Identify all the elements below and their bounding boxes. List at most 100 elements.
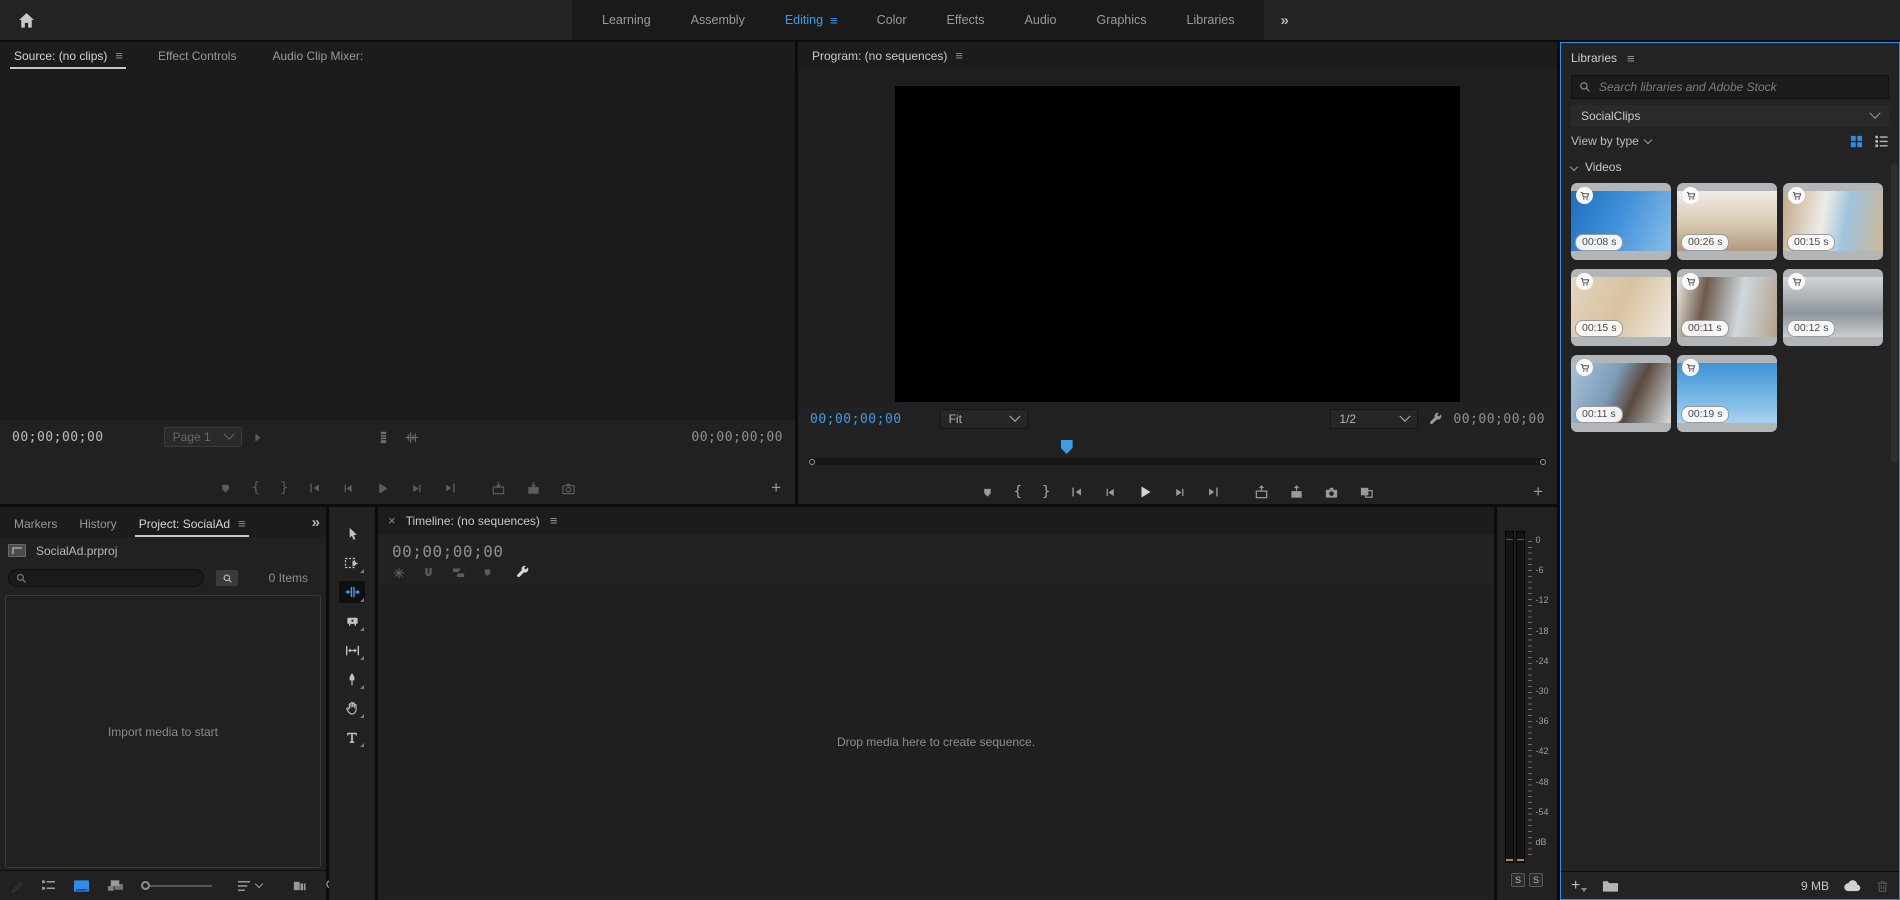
selection-tool[interactable] [339,523,365,545]
comparison-view-button[interactable] [1359,485,1374,500]
program-zoom-select[interactable]: Fit [940,409,1028,429]
workspace-overflow-button[interactable]: » [1264,12,1304,29]
drag-video-icon[interactable] [376,430,390,445]
tab-libraries[interactable]: Libraries [1167,0,1255,40]
cart-icon[interactable] [1788,187,1805,204]
panel-menu-icon[interactable]: ≡ [238,516,245,531]
video-card[interactable]: 00:15 s [1783,183,1883,260]
panel-overflow-button[interactable]: » [312,514,320,537]
tab-audio[interactable]: Audio [1005,0,1077,40]
tab-learning[interactable]: Learning [582,0,671,40]
go-to-in-button[interactable] [308,481,322,495]
tab-program-monitor[interactable]: Program: (no sequences)≡ [808,48,966,69]
tab-assembly[interactable]: Assembly [671,0,765,40]
automate-to-sequence-button[interactable] [293,880,308,892]
button-editor-button[interactable]: + [1533,482,1543,502]
panel-menu-icon[interactable]: ≡ [115,48,122,63]
view-by-label[interactable]: View by type [1571,134,1639,148]
tab-color[interactable]: Color [857,0,927,40]
video-card[interactable]: 00:08 s [1571,183,1671,260]
drag-audio-icon[interactable] [404,430,419,445]
hand-tool[interactable] [339,697,365,719]
list-view-button[interactable] [41,879,56,892]
grid-view-button[interactable] [1849,134,1864,149]
workspace-menu-icon[interactable]: ≡ [830,13,837,28]
cart-icon[interactable] [1576,359,1593,376]
zoom-slider[interactable] [141,881,212,890]
scrubber-end-handle[interactable] [1540,459,1546,465]
tab-audio-clip-mixer[interactable]: Audio Clip Mixer: [268,49,367,69]
playback-resolution-select[interactable]: 1/2 [1330,409,1418,429]
delete-icon[interactable] [1876,879,1889,893]
videos-section-header[interactable]: Videos [1561,155,1899,179]
libraries-search-box[interactable] [1571,75,1889,99]
cart-icon[interactable] [1576,273,1593,290]
libraries-search-input[interactable] [1597,79,1881,95]
nest-sequences-icon[interactable] [392,566,406,580]
snap-icon[interactable] [422,566,435,580]
step-back-button[interactable] [1104,486,1117,499]
tab-project[interactable]: Project: SocialAd≡ [135,516,249,537]
overwrite-button[interactable] [526,481,541,496]
tab-markers[interactable]: Markers [10,517,61,537]
track-select-forward-tool[interactable] [339,552,365,574]
add-marker-icon[interactable] [482,567,493,578]
scrubber-track[interactable] [808,458,1547,465]
extract-button[interactable] [1289,485,1304,500]
play-button[interactable] [375,481,390,496]
video-card[interactable]: 00:11 s [1677,269,1777,346]
add-marker-button[interactable] [981,486,994,499]
tab-graphics[interactable]: Graphics [1077,0,1167,40]
slip-tool[interactable] [339,639,365,661]
step-back-button[interactable] [342,482,355,495]
panel-menu-icon[interactable]: ≡ [1627,51,1634,66]
panel-menu-icon[interactable]: ≡ [955,48,962,63]
video-card[interactable]: 00:26 s [1677,183,1777,260]
freeform-view-button[interactable] [107,879,124,893]
solo-right-button[interactable]: S [1529,873,1543,887]
timeline-drop-zone[interactable]: Drop media here to create sequence. [380,586,1492,898]
cart-icon[interactable] [1682,359,1699,376]
panel-menu-icon[interactable]: ≡ [550,513,557,528]
lift-button[interactable] [1254,485,1269,500]
project-bin-area[interactable]: Import media to start [5,595,321,868]
cart-icon[interactable] [1788,273,1805,290]
project-search-box[interactable] [8,569,204,587]
tab-editing[interactable]: Editing≡ [765,0,857,40]
go-to-in-button[interactable] [1070,485,1084,499]
play-button[interactable] [1137,484,1153,500]
page-forward-icon[interactable] [252,432,263,443]
video-card[interactable]: 00:15 s [1571,269,1671,346]
tab-source-monitor[interactable]: Source: (no clips)≡ [10,48,126,69]
source-page-select[interactable]: Page 1 [164,427,242,447]
sync-cloud-icon[interactable] [1843,879,1862,892]
library-select[interactable]: SocialClips [1571,105,1889,127]
linked-selection-icon[interactable] [451,566,466,579]
solo-left-button[interactable]: S [1511,873,1525,887]
type-tool[interactable] [339,726,365,748]
cart-icon[interactable] [1682,187,1699,204]
step-forward-button[interactable] [410,482,423,495]
timeline-timecode[interactable]: 00;00;00;00 [378,534,1494,563]
video-card[interactable]: 00:12 s [1783,269,1883,346]
mark-in-button[interactable]: { [1014,484,1022,500]
pen-tool[interactable] [339,668,365,690]
razor-tool[interactable] [339,610,365,632]
sort-button[interactable] [237,880,262,892]
insert-button[interactable] [491,481,506,496]
program-settings-wrench-icon[interactable] [1428,412,1443,427]
mark-in-button[interactable]: { [252,480,260,496]
program-timecode-current[interactable]: 00;00;00;00 [810,412,902,427]
step-forward-button[interactable] [1173,486,1186,499]
tab-effect-controls[interactable]: Effect Controls [154,49,240,69]
tab-effects[interactable]: Effects [927,0,1005,40]
video-card[interactable]: 00:19 s [1677,355,1777,432]
icon-view-button[interactable] [73,879,90,893]
list-view-button[interactable] [1874,134,1889,148]
button-editor-button[interactable]: + [771,478,781,498]
cart-icon[interactable] [1682,273,1699,290]
program-scrubber[interactable] [798,436,1557,476]
go-to-out-button[interactable] [1206,485,1220,499]
close-panel-icon[interactable]: × [388,513,396,528]
zoom-slider-knob[interactable] [141,881,150,890]
